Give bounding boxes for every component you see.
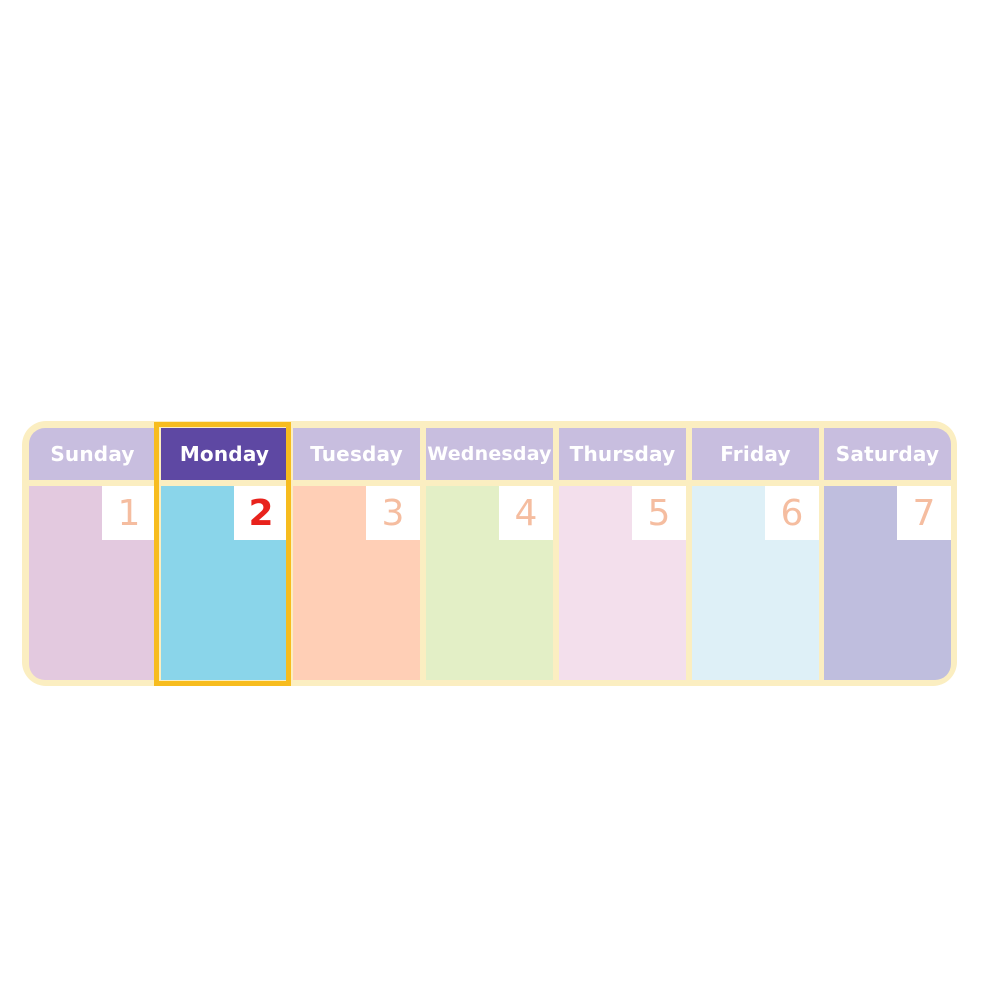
day-body-saturday[interactable]: 7 — [824, 486, 951, 680]
day-thursday[interactable]: Thursday 5 — [559, 428, 686, 680]
day-number-sunday: 1 — [102, 486, 156, 540]
day-number-tuesday: 3 — [366, 486, 420, 540]
day-header-tuesday: Tuesday — [293, 428, 420, 480]
day-wednesday[interactable]: Wednesday 4 — [426, 428, 553, 680]
day-number-friday: 6 — [765, 486, 819, 540]
day-sunday[interactable]: Sunday 1 — [29, 428, 156, 680]
day-body-sunday[interactable]: 1 — [29, 486, 156, 680]
day-body-wednesday[interactable]: 4 — [426, 486, 553, 680]
day-body-monday[interactable]: 2 — [161, 486, 288, 680]
day-body-friday[interactable]: 6 — [692, 486, 819, 680]
day-number-monday: 2 — [234, 486, 288, 540]
day-header-monday: Monday — [161, 428, 288, 480]
day-monday[interactable]: Monday 2 — [161, 428, 288, 680]
day-number-wednesday: 4 — [499, 486, 553, 540]
day-friday[interactable]: Friday 6 — [692, 428, 819, 680]
day-tuesday[interactable]: Tuesday 3 — [293, 428, 420, 680]
day-number-thursday: 5 — [632, 486, 686, 540]
day-header-saturday: Saturday — [824, 428, 951, 480]
day-number-saturday: 7 — [897, 486, 951, 540]
day-body-tuesday[interactable]: 3 — [293, 486, 420, 680]
day-header-sunday: Sunday — [29, 428, 156, 480]
day-header-thursday: Thursday — [559, 428, 686, 480]
day-saturday[interactable]: Saturday 7 — [824, 428, 951, 680]
day-header-friday: Friday — [692, 428, 819, 480]
week-calendar: Sunday 1 Monday 2 Tuesday 3 Wednesday 4 … — [22, 421, 957, 686]
day-header-wednesday: Wednesday — [426, 428, 553, 480]
day-body-thursday[interactable]: 5 — [559, 486, 686, 680]
